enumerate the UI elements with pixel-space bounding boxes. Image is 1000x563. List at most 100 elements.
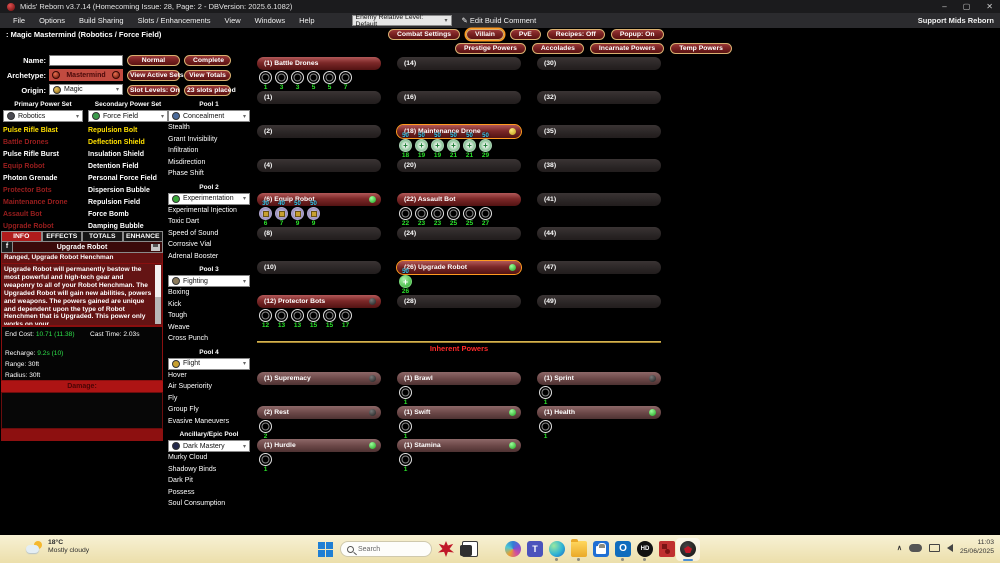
slot[interactable]: 1 — [398, 386, 413, 406]
empty-level-bar[interactable]: (14) — [397, 57, 521, 70]
power-list-item-misdirection[interactable]: Misdirection — [168, 157, 250, 169]
slot[interactable]: 15 — [322, 309, 337, 329]
power-list-item-evasive-maneuvers[interactable]: Evasive Maneuvers — [168, 416, 250, 428]
edit-build-comment-button[interactable]: ✎ Edit Build Comment — [462, 16, 537, 25]
pool-dropdown-flight[interactable]: Flight▾ — [168, 358, 250, 370]
power-bar-brawl[interactable]: (1) Brawl — [397, 372, 521, 385]
menu-item-options[interactable]: Options — [32, 16, 72, 25]
slot[interactable]: 50+29 — [478, 139, 493, 159]
support-mids-reborn-link[interactable]: Support Mids Reborn — [918, 16, 994, 25]
slot[interactable]: 1 — [398, 453, 413, 473]
empty-level-bar[interactable]: (38) — [537, 159, 661, 172]
slot-levels-button[interactable]: Slot Levels: On — [127, 85, 180, 96]
close-button[interactable]: ✕ — [986, 2, 993, 11]
slot[interactable]: 1 — [258, 71, 273, 91]
description-scrollbar[interactable] — [155, 265, 161, 324]
maint-enhancement-icon[interactable]: + — [447, 139, 460, 152]
power-bar-protector-bots[interactable]: (12) Protector Bots — [257, 295, 381, 308]
power-list-item-pulse-rifle-burst[interactable]: Pulse Rifle Burst — [3, 149, 83, 161]
power-list-item-possess[interactable]: Possess — [168, 487, 250, 499]
empty-level-bar[interactable]: (20) — [397, 159, 521, 172]
empty-slot-icon[interactable] — [323, 71, 336, 84]
empty-slot-icon[interactable] — [275, 309, 288, 322]
empty-slot-icon[interactable] — [431, 207, 444, 220]
power-list-item-insulation-shield[interactable]: Insulation Shield — [88, 149, 168, 161]
power-list-item-cross-punch[interactable]: Cross Punch — [168, 333, 250, 345]
power-list-item-kick[interactable]: Kick — [168, 299, 250, 311]
power-list-item-dispersion-bubble[interactable]: Dispersion Bubble — [88, 185, 168, 197]
slot[interactable]: 13 — [290, 309, 305, 329]
toolbar-button-combat-settings[interactable]: Combat Settings — [388, 29, 460, 40]
empty-slot-icon[interactable] — [399, 207, 412, 220]
power-list-item-fly[interactable]: Fly — [168, 393, 250, 405]
power-list-item-weave[interactable]: Weave — [168, 322, 250, 334]
power-list-item-deflection-shield[interactable]: Deflection Shield — [88, 137, 168, 149]
empty-slot-icon[interactable] — [291, 309, 304, 322]
clock[interactable]: 11:03 25/06/2025 — [960, 539, 994, 557]
power-list-item-personal-force-field[interactable]: Personal Force Field — [88, 173, 168, 185]
empty-slot-icon[interactable] — [415, 207, 428, 220]
empty-slot-icon[interactable] — [539, 386, 552, 399]
power-list-item-adrenal-booster[interactable]: Adrenal Booster — [168, 251, 250, 263]
minimize-button[interactable]: – — [942, 2, 946, 11]
edge-icon[interactable] — [549, 541, 565, 557]
slot[interactable]: 1 — [538, 386, 553, 406]
slot[interactable]: 407 — [274, 207, 289, 227]
empty-slot-icon[interactable] — [399, 453, 412, 466]
power-list-item-shadowy-binds[interactable]: Shadowy Binds — [168, 464, 250, 476]
empty-level-bar[interactable]: (44) — [537, 227, 661, 240]
maint-enhancement-icon[interactable]: + — [415, 139, 428, 152]
toolbar-button-pve[interactable]: PvE — [510, 29, 541, 40]
power-list-item-murky-cloud[interactable]: Murky Cloud — [168, 452, 250, 464]
favorite-button[interactable]: f — [2, 242, 13, 252]
slot[interactable]: 5 — [306, 71, 321, 91]
power-bar-stamina[interactable]: (1) Stamina — [397, 439, 521, 452]
pool-dropdown-experimentation[interactable]: Experimentation▾ — [168, 193, 250, 205]
mids-reborn-taskbar-active[interactable] — [676, 538, 700, 561]
power-list-item-photon-grenade[interactable]: Photon Grenade — [3, 173, 83, 185]
slot[interactable]: 1 — [398, 420, 413, 440]
toolbar-button-incarnate-powers[interactable]: Incarnate Powers — [590, 43, 664, 54]
empty-slot-icon[interactable] — [399, 386, 412, 399]
slot[interactable]: 3 — [274, 71, 289, 91]
tab-enhance[interactable]: ENHANCE — [123, 231, 164, 242]
equip-enhancement-icon[interactable] — [275, 207, 288, 220]
slot[interactable]: 2 — [258, 420, 273, 440]
power-list-item-air-superiority[interactable]: Air Superiority — [168, 381, 250, 393]
empty-slot-icon[interactable] — [259, 71, 272, 84]
tray-chevron-up-icon[interactable]: ∧ — [897, 544, 902, 552]
tab-totals[interactable]: TOTALS — [82, 231, 123, 242]
slot[interactable]: 50+18 — [398, 139, 413, 159]
maint-enhancement-icon[interactable]: + — [463, 139, 476, 152]
task-view-button[interactable] — [462, 541, 478, 557]
slot[interactable]: 15 — [306, 309, 321, 329]
empty-slot-icon[interactable] — [307, 309, 320, 322]
slot[interactable]: 306 — [258, 207, 273, 227]
menu-item-slots-enhancements[interactable]: Slots / Enhancements — [131, 16, 218, 25]
empty-slot-icon[interactable] — [275, 71, 288, 84]
power-list-item-grant-invisibility[interactable]: Grant Invisibility — [168, 134, 250, 146]
slot[interactable]: 13 — [274, 309, 289, 329]
power-bar-upgrade-robot[interactable]: (26) Upgrade Robot — [397, 261, 521, 274]
toolbar-button-recipes-off[interactable]: Recipes: Off — [547, 29, 605, 40]
equip-enhancement-icon[interactable] — [307, 207, 320, 220]
power-list-item-toxic-dart[interactable]: Toxic Dart — [168, 216, 250, 228]
empty-level-bar[interactable]: (4) — [257, 159, 381, 172]
slot[interactable]: 1 — [538, 420, 553, 440]
menu-item-view[interactable]: View — [218, 16, 248, 25]
empty-level-bar[interactable]: (47) — [537, 261, 661, 274]
power-list-item-corrosive-vial[interactable]: Corrosive Vial — [168, 239, 250, 251]
empty-slot-icon[interactable] — [259, 420, 272, 433]
slot[interactable]: 509 — [306, 207, 321, 227]
slot[interactable]: 17 — [338, 309, 353, 329]
power-list-item-equip-robot[interactable]: Equip Robot — [3, 161, 83, 173]
toolbar-button-temp-powers[interactable]: Temp Powers — [670, 43, 732, 54]
name-input[interactable] — [49, 55, 123, 66]
toolbar-button-popup-on[interactable]: Popup: On — [611, 29, 664, 40]
maint-enhancement-icon[interactable]: + — [431, 139, 444, 152]
slot[interactable]: 25 — [446, 207, 461, 227]
empty-slot-icon[interactable] — [399, 420, 412, 433]
empty-slot-icon[interactable] — [259, 309, 272, 322]
mids-creature-icon[interactable] — [438, 541, 454, 557]
toolbar-button-villain[interactable]: Villain — [466, 29, 504, 40]
